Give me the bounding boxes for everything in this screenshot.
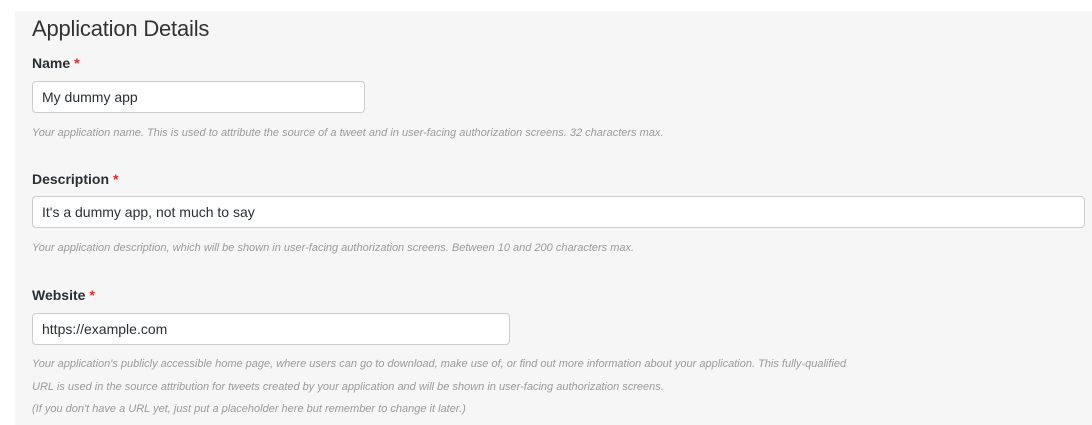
required-marker: *: [113, 171, 119, 187]
website-input[interactable]: [32, 313, 510, 345]
name-label: Name *: [32, 55, 80, 71]
section-title: Application Details: [32, 16, 210, 41]
description-input[interactable]: [32, 196, 1085, 228]
name-help-text: Your application name. This is used to a…: [32, 127, 664, 139]
website-help-text-line-3: (If you don't have a URL yet, just put a…: [32, 403, 466, 415]
website-help-text-line-2: URL is used in the source attribution fo…: [32, 381, 664, 393]
description-label: Description *: [32, 171, 118, 187]
description-label-text: Description: [32, 171, 110, 187]
name-label-text: Name: [32, 55, 71, 71]
required-marker: *: [89, 287, 95, 303]
website-label: Website *: [32, 287, 95, 303]
name-input[interactable]: [32, 81, 365, 113]
application-details-panel: Application Details Name* Your applicati…: [15, 11, 1092, 425]
description-help-text: Your application description, which will…: [32, 242, 635, 254]
website-label-text: Website: [32, 287, 86, 303]
website-help-text-line-1: Your application's publicly accessible h…: [32, 358, 847, 370]
required-marker: *: [74, 55, 80, 71]
